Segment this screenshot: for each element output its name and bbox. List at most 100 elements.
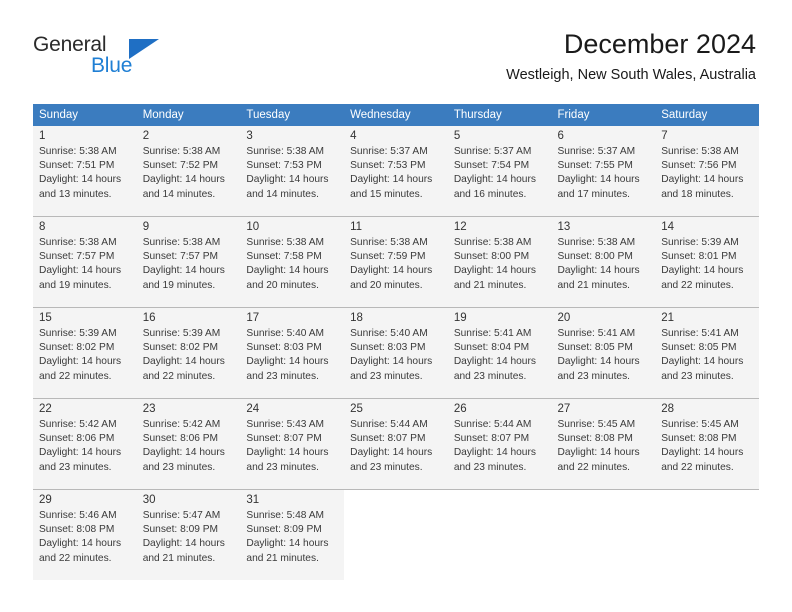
calendar-empty-cell <box>655 489 759 580</box>
day-number: 21 <box>661 312 675 324</box>
calendar-day-cell[interactable]: 13 Sunrise: 5:38 AM Sunset: 8:00 PM Dayligh… <box>551 216 656 308</box>
day-daylight2-text: and 15 minutes. <box>350 188 423 200</box>
day-sun-info: Sunrise: 5:40 AM Sunset: 8:03 PM Daylight:… <box>246 327 338 384</box>
weekday-header-row: Sunday Monday Tuesday Wednesday Thursday… <box>33 104 759 126</box>
calendar-day-cell[interactable]: 25 Sunrise: 5:44 AM Sunset: 8:07 PM Dayligh… <box>344 398 448 490</box>
calendar-day-cell[interactable]: 10 Sunrise: 5:38 AM Sunset: 7:58 PM Dayligh… <box>240 216 345 308</box>
day-cell-inner: 23 Sunrise: 5:42 AM Sunset: 8:06 PM Dayligh… <box>136 399 241 489</box>
weekday-header-wednesday: Wednesday <box>344 104 448 126</box>
brand-logo[interactable]: General Blue <box>33 33 253 83</box>
day-number: 12 <box>453 221 467 233</box>
calendar-day-cell[interactable]: 1 Sunrise: 5:38 AM Sunset: 7:51 PM Daylight… <box>33 126 137 217</box>
calendar-day-cell[interactable]: 17 Sunrise: 5:40 AM Sunset: 8:03 PM Dayligh… <box>240 307 345 399</box>
day-sunset-text: Sunset: 7:57 PM <box>39 251 115 263</box>
calendar-day-cell[interactable]: 11 Sunrise: 5:38 AM Sunset: 7:59 PM Dayligh… <box>344 216 448 308</box>
calendar-day-cell[interactable]: 21 Sunrise: 5:41 AM Sunset: 8:05 PM Dayligh… <box>655 307 759 399</box>
calendar-day-cell[interactable]: 27 Sunrise: 5:45 AM Sunset: 8:08 PM Dayligh… <box>551 398 656 490</box>
weekday-header-friday: Friday <box>551 104 656 126</box>
day-sunset-text: Sunset: 8:03 PM <box>246 342 322 354</box>
calendar-day-cell[interactable]: 15 Sunrise: 5:39 AM Sunset: 8:02 PM Dayligh… <box>33 307 137 399</box>
calendar-day-cell[interactable]: 7 Sunrise: 5:38 AM Sunset: 7:56 PM Daylight… <box>655 126 759 217</box>
day-sunrise-text: Sunrise: 5:37 AM <box>350 146 428 157</box>
day-number: 13 <box>557 221 571 233</box>
day-cell-inner: 3 Sunrise: 5:38 AM Sunset: 7:53 PM Daylight… <box>240 126 345 216</box>
day-sunrise-text: Sunrise: 5:40 AM <box>350 328 428 339</box>
day-sun-info: Sunrise: 5:39 AM Sunset: 8:01 PM Daylight:… <box>661 236 753 293</box>
day-sunset-text: Sunset: 7:52 PM <box>142 160 219 172</box>
day-sunrise-text: Sunrise: 5:38 AM <box>453 237 532 248</box>
day-sun-info: Sunrise: 5:38 AM Sunset: 7:53 PM Daylight:… <box>246 145 338 202</box>
day-sunrise-text: Sunrise: 5:39 AM <box>39 328 117 339</box>
calendar-day-cell[interactable]: 28 Sunrise: 5:45 AM Sunset: 8:08 PM Dayligh… <box>655 398 759 490</box>
day-number: 20 <box>557 312 571 324</box>
day-number: 2 <box>142 130 150 142</box>
calendar-day-cell[interactable]: 18 Sunrise: 5:40 AM Sunset: 8:03 PM Dayligh… <box>344 307 448 399</box>
day-sunrise-text: Sunrise: 5:38 AM <box>142 237 221 248</box>
day-daylight1-text: Daylight: 14 hours <box>350 265 433 277</box>
calendar-day-cell[interactable]: 12 Sunrise: 5:38 AM Sunset: 8:00 PM Dayligh… <box>447 216 552 308</box>
empty-cell-inner <box>448 490 552 580</box>
day-daylight1-text: Daylight: 14 hours <box>39 538 122 550</box>
day-number: 23 <box>142 403 156 415</box>
day-daylight1-text: Daylight: 14 hours <box>142 356 225 368</box>
day-number: 1 <box>39 130 46 142</box>
day-daylight1-text: Daylight: 14 hours <box>453 447 536 459</box>
calendar-day-cell[interactable]: 8 Sunrise: 5:38 AM Sunset: 7:57 PM Daylight… <box>33 216 137 308</box>
day-number: 28 <box>661 403 675 415</box>
day-sunset-text: Sunset: 7:53 PM <box>246 160 322 172</box>
calendar-day-cell[interactable]: 19 Sunrise: 5:41 AM Sunset: 8:04 PM Dayligh… <box>447 307 552 399</box>
day-cell-inner: 22 Sunrise: 5:42 AM Sunset: 8:06 PM Dayligh… <box>33 399 137 489</box>
day-sunset-text: Sunset: 8:04 PM <box>453 342 530 354</box>
day-sun-info: Sunrise: 5:38 AM Sunset: 7:57 PM Daylight:… <box>39 236 131 293</box>
day-daylight2-text: and 19 minutes. <box>142 279 216 291</box>
day-sunrise-text: Sunrise: 5:38 AM <box>142 146 221 157</box>
calendar-day-cell[interactable]: 29 Sunrise: 5:46 AM Sunset: 8:08 PM Dayligh… <box>33 489 137 580</box>
day-daylight1-text: Daylight: 14 hours <box>557 265 640 277</box>
calendar-day-cell[interactable]: 6 Sunrise: 5:37 AM Sunset: 7:55 PM Daylight… <box>551 126 656 217</box>
day-daylight1-text: Daylight: 14 hours <box>246 356 329 368</box>
calendar-day-cell[interactable]: 14 Sunrise: 5:39 AM Sunset: 8:01 PM Dayligh… <box>655 216 759 308</box>
calendar-day-cell[interactable]: 2 Sunrise: 5:38 AM Sunset: 7:52 PM Daylight… <box>136 126 241 217</box>
calendar-day-cell[interactable]: 3 Sunrise: 5:38 AM Sunset: 7:53 PM Daylight… <box>240 126 345 217</box>
day-daylight1-text: Daylight: 14 hours <box>557 174 640 186</box>
calendar-day-cell[interactable]: 30 Sunrise: 5:47 AM Sunset: 8:09 PM Dayligh… <box>136 489 241 580</box>
day-daylight2-text: and 23 minutes. <box>453 370 527 382</box>
day-sun-info: Sunrise: 5:48 AM Sunset: 8:09 PM Daylight:… <box>246 509 338 566</box>
day-sunset-text: Sunset: 8:07 PM <box>453 433 530 445</box>
calendar-day-cell[interactable]: 9 Sunrise: 5:38 AM Sunset: 7:57 PM Daylight… <box>136 216 241 308</box>
calendar-day-cell[interactable]: 24 Sunrise: 5:43 AM Sunset: 8:07 PM Dayligh… <box>240 398 345 490</box>
calendar-day-cell[interactable]: 26 Sunrise: 5:44 AM Sunset: 8:07 PM Dayligh… <box>447 398 552 490</box>
day-number: 29 <box>39 494 52 506</box>
calendar-day-cell[interactable]: 4 Sunrise: 5:37 AM Sunset: 7:53 PM Daylight… <box>344 126 448 217</box>
day-daylight2-text: and 16 minutes. <box>453 188 527 200</box>
day-sunset-text: Sunset: 7:57 PM <box>142 251 219 263</box>
calendar-day-cell[interactable]: 20 Sunrise: 5:41 AM Sunset: 8:05 PM Dayligh… <box>551 307 656 399</box>
calendar-day-cell[interactable]: 5 Sunrise: 5:37 AM Sunset: 7:54 PM Daylight… <box>447 126 552 217</box>
day-number: 4 <box>350 130 357 142</box>
day-daylight2-text: and 22 minutes. <box>142 370 216 382</box>
day-cell-inner: 10 Sunrise: 5:38 AM Sunset: 7:58 PM Dayligh… <box>240 217 345 307</box>
day-cell-inner: 8 Sunrise: 5:38 AM Sunset: 7:57 PM Daylight… <box>33 217 137 307</box>
day-daylight1-text: Daylight: 14 hours <box>142 447 225 459</box>
day-sun-info: Sunrise: 5:41 AM Sunset: 8:05 PM Daylight:… <box>558 327 650 384</box>
calendar-body: 1 Sunrise: 5:38 AM Sunset: 7:51 PM Daylight… <box>33 126 759 580</box>
day-sunrise-text: Sunrise: 5:38 AM <box>246 237 324 248</box>
calendar-day-cell[interactable]: 31 Sunrise: 5:48 AM Sunset: 8:09 PM Dayligh… <box>240 489 345 580</box>
day-cell-inner: 25 Sunrise: 5:44 AM Sunset: 8:07 PM Dayligh… <box>344 399 448 489</box>
day-sunrise-text: Sunrise: 5:38 AM <box>557 237 636 248</box>
day-daylight1-text: Daylight: 14 hours <box>246 265 329 277</box>
day-sunrise-text: Sunrise: 5:38 AM <box>350 237 428 248</box>
day-sunrise-text: Sunrise: 5:41 AM <box>557 328 636 339</box>
day-sunset-text: Sunset: 8:08 PM <box>661 433 737 445</box>
calendar-day-cell[interactable]: 22 Sunrise: 5:42 AM Sunset: 8:06 PM Dayligh… <box>33 398 137 490</box>
day-sunset-text: Sunset: 8:00 PM <box>453 251 530 263</box>
day-number: 14 <box>661 221 675 233</box>
calendar-day-cell[interactable]: 16 Sunrise: 5:39 AM Sunset: 8:02 PM Dayligh… <box>136 307 241 399</box>
calendar-day-cell[interactable]: 23 Sunrise: 5:42 AM Sunset: 8:06 PM Dayligh… <box>136 398 241 490</box>
day-number: 25 <box>350 403 363 415</box>
day-cell-inner: 21 Sunrise: 5:41 AM Sunset: 8:05 PM Dayligh… <box>655 308 759 398</box>
day-daylight1-text: Daylight: 14 hours <box>350 174 433 186</box>
day-sun-info: Sunrise: 5:38 AM Sunset: 7:59 PM Daylight:… <box>350 236 442 293</box>
day-daylight2-text: and 23 minutes. <box>661 370 734 382</box>
calendar-empty-cell <box>447 489 552 580</box>
